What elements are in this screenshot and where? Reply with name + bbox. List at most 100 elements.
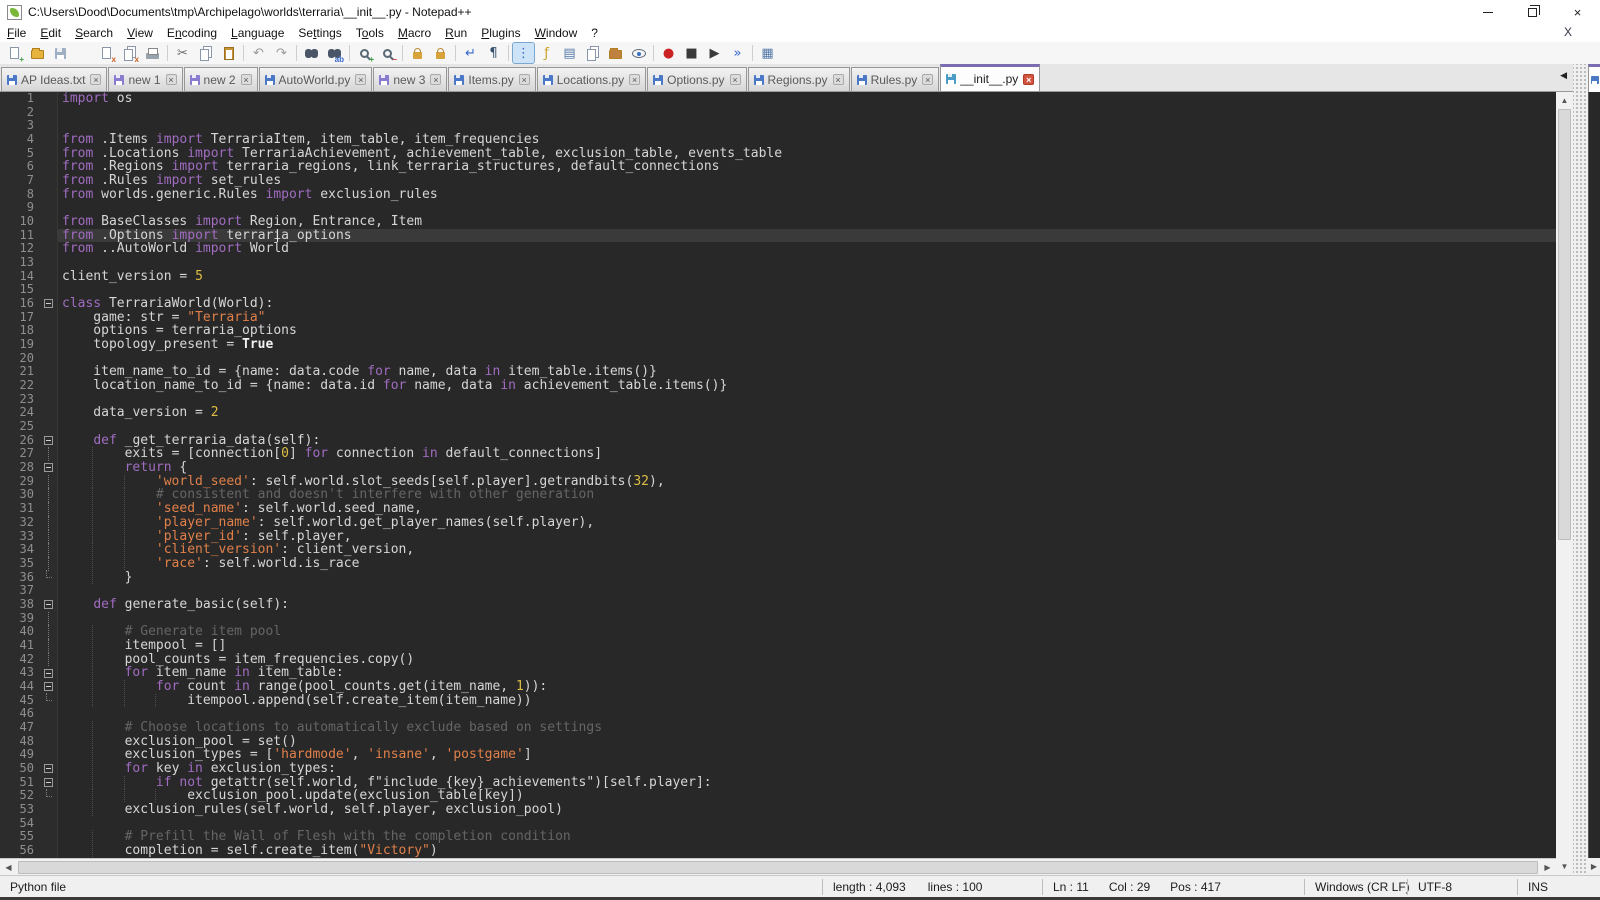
function-list-icon[interactable]: ƒ <box>536 43 557 63</box>
code-line-33[interactable]: 33 'player_id': self.player, <box>0 530 1556 544</box>
paste-icon[interactable] <box>218 43 239 63</box>
tab-close-icon[interactable]: × <box>430 74 441 85</box>
save-all-icon[interactable] <box>73 43 94 63</box>
sync-horizontal-icon[interactable] <box>430 43 451 63</box>
sync-vertical-icon[interactable] <box>407 43 428 63</box>
menu-item-run[interactable]: Run <box>438 25 474 41</box>
vertical-scrollbar[interactable]: ▲ ▼ <box>1556 92 1573 875</box>
fold-collapse-icon[interactable] <box>40 434 58 448</box>
code-line-28[interactable]: 28 return { <box>0 461 1556 475</box>
tab-ap-ideas-txt[interactable]: AP Ideas.txt× <box>1 67 107 91</box>
menu-item-window[interactable]: Window <box>528 25 585 41</box>
status-encoding[interactable]: UTF-8 <box>1407 879 1517 895</box>
tab-new-3[interactable]: new 3× <box>373 67 447 91</box>
zoom-out-icon[interactable]: − <box>377 43 398 63</box>
macro-play-icon[interactable]: ▶ <box>704 43 725 63</box>
fold-collapse-icon[interactable] <box>40 762 58 776</box>
tab-close-icon[interactable]: × <box>730 74 741 85</box>
menu-item-view[interactable]: View <box>120 25 160 41</box>
fold-collapse-icon[interactable] <box>40 598 58 612</box>
close-all-icon[interactable]: x <box>119 43 140 63</box>
code-line-56[interactable]: 56 completion = self.create_item("Victor… <box>0 844 1556 858</box>
macro-run-multi-icon[interactable]: » <box>727 43 748 63</box>
show-all-chars-icon[interactable]: ¶ <box>483 43 504 63</box>
horizontal-scrollbar[interactable]: ◀ ▶ <box>0 858 1556 875</box>
fold-collapse-icon[interactable] <box>40 680 58 694</box>
tab-new-1[interactable]: new 1× <box>108 67 182 91</box>
code-line-51[interactable]: 51 if not getattr(self.world, f"include_… <box>0 776 1556 790</box>
document-list-icon[interactable] <box>582 43 603 63</box>
status-eol-format[interactable]: Windows (CR LF) <box>1304 879 1407 895</box>
menu-item-language[interactable]: Language <box>224 25 291 41</box>
tab-close-icon[interactable]: × <box>833 74 844 85</box>
code-line-41[interactable]: 41 itempool = [] <box>0 639 1556 653</box>
code-line-30[interactable]: 30 # consistent and doesn't interfere wi… <box>0 488 1556 502</box>
vertical-scroll-thumb[interactable] <box>1558 109 1571 540</box>
tab-items-py[interactable]: Items.py× <box>448 67 535 91</box>
macro-stop-icon[interactable]: ■ <box>681 43 702 63</box>
code-line-25[interactable]: 25 <box>0 420 1556 434</box>
word-wrap-icon[interactable]: ↵ <box>460 43 481 63</box>
code-line-13[interactable]: 13 <box>0 256 1556 270</box>
tab-locations-py[interactable]: Locations.py× <box>537 67 646 91</box>
indent-guide-icon[interactable]: ⋮ <box>513 43 534 63</box>
code-line-14[interactable]: 14client_version = 5 <box>0 270 1556 284</box>
code-line-17[interactable]: 17 game: str = "Terraria" <box>0 311 1556 325</box>
scroll-down-icon[interactable]: ▼ <box>1561 858 1569 875</box>
code-line-36[interactable]: 36 } <box>0 571 1556 585</box>
code-line-40[interactable]: 40 # Generate item pool <box>0 625 1556 639</box>
code-line-22[interactable]: 22 location_name_to_id = {name: data.id … <box>0 379 1556 393</box>
code-line-43[interactable]: 43 for item_name in item_table: <box>0 666 1556 680</box>
code-line-20[interactable]: 20 <box>0 352 1556 366</box>
code-line-38[interactable]: 38 def generate_basic(self): <box>0 598 1556 612</box>
print-icon[interactable] <box>142 43 163 63</box>
document-map-icon[interactable]: ▤ <box>559 43 580 63</box>
cut-icon[interactable]: ✂ <box>172 43 193 63</box>
find-icon[interactable] <box>301 43 322 63</box>
restore-button[interactable] <box>1510 0 1555 24</box>
secondary-scroll-right-icon[interactable]: ▶ <box>1588 858 1600 875</box>
file-monitoring-icon[interactable] <box>628 43 649 63</box>
menu-item-?[interactable]: ? <box>584 25 605 41</box>
menu-item-edit[interactable]: Edit <box>33 25 68 41</box>
code-line-16[interactable]: 16class TerrariaWorld(World): <box>0 297 1556 311</box>
menu-item-file[interactable]: File <box>0 25 33 41</box>
macro-record-icon[interactable]: ● <box>658 43 679 63</box>
code-line-11[interactable]: 11from .Options import terraria_options <box>0 229 1556 243</box>
code-line-6[interactable]: 6from .Regions import terraria_regions, … <box>0 160 1556 174</box>
undo-icon[interactable]: ↶ <box>248 43 269 63</box>
menu-item-search[interactable]: Search <box>68 25 120 41</box>
tab-rules-py[interactable]: Rules.py× <box>851 67 940 91</box>
code-line-26[interactable]: 26 def _get_terraria_data(self): <box>0 434 1556 448</box>
secondary-view-editor[interactable] <box>1588 92 1600 858</box>
folder-workspace-icon[interactable] <box>605 43 626 63</box>
menu-item-tools[interactable]: Tools <box>349 25 391 41</box>
code-line-32[interactable]: 32 'player_name': self.world.get_player_… <box>0 516 1556 530</box>
view-splitter[interactable] <box>1573 64 1588 875</box>
code-line-31[interactable]: 31 'seed_name': self.world.seed_name, <box>0 502 1556 516</box>
scroll-right-icon[interactable]: ▶ <box>1539 863 1556 872</box>
replace-icon[interactable]: ab <box>324 43 345 63</box>
menu-item-settings[interactable]: Settings <box>291 25 348 41</box>
code-line-23[interactable]: 23 <box>0 393 1556 407</box>
code-line-55[interactable]: 55 # Prefill the Wall of Flesh with the … <box>0 830 1556 844</box>
tab-close-icon[interactable]: × <box>1023 74 1034 85</box>
fold-collapse-icon[interactable] <box>40 297 58 311</box>
code-line-50[interactable]: 50 for key in exclusion_types: <box>0 762 1556 776</box>
code-line-21[interactable]: 21 item_name_to_id = {name: data.code fo… <box>0 365 1556 379</box>
tab-close-icon[interactable]: × <box>166 74 177 85</box>
scroll-left-icon[interactable]: ◀ <box>0 863 17 872</box>
code-line-10[interactable]: 10from BaseClasses import Region, Entran… <box>0 215 1556 229</box>
close-file-icon[interactable]: x <box>96 43 117 63</box>
zoom-in-icon[interactable]: + <box>354 43 375 63</box>
menu-item-encoding[interactable]: Encoding <box>160 25 224 41</box>
code-line-52[interactable]: 52 exclusion_pool.update(exclusion_table… <box>0 789 1556 803</box>
status-insert-mode[interactable]: INS <box>1517 879 1600 895</box>
code-line-24[interactable]: 24 data_version = 2 <box>0 406 1556 420</box>
code-line-45[interactable]: 45 itempool.append(self.create_item(item… <box>0 694 1556 708</box>
minimize-button[interactable] <box>1465 0 1510 24</box>
save-file-icon[interactable] <box>50 43 71 63</box>
code-line-47[interactable]: 47 # Choose locations to automatically e… <box>0 721 1556 735</box>
tab-close-icon[interactable]: × <box>922 74 933 85</box>
code-line-35[interactable]: 35 'race': self.world.is_race <box>0 557 1556 571</box>
